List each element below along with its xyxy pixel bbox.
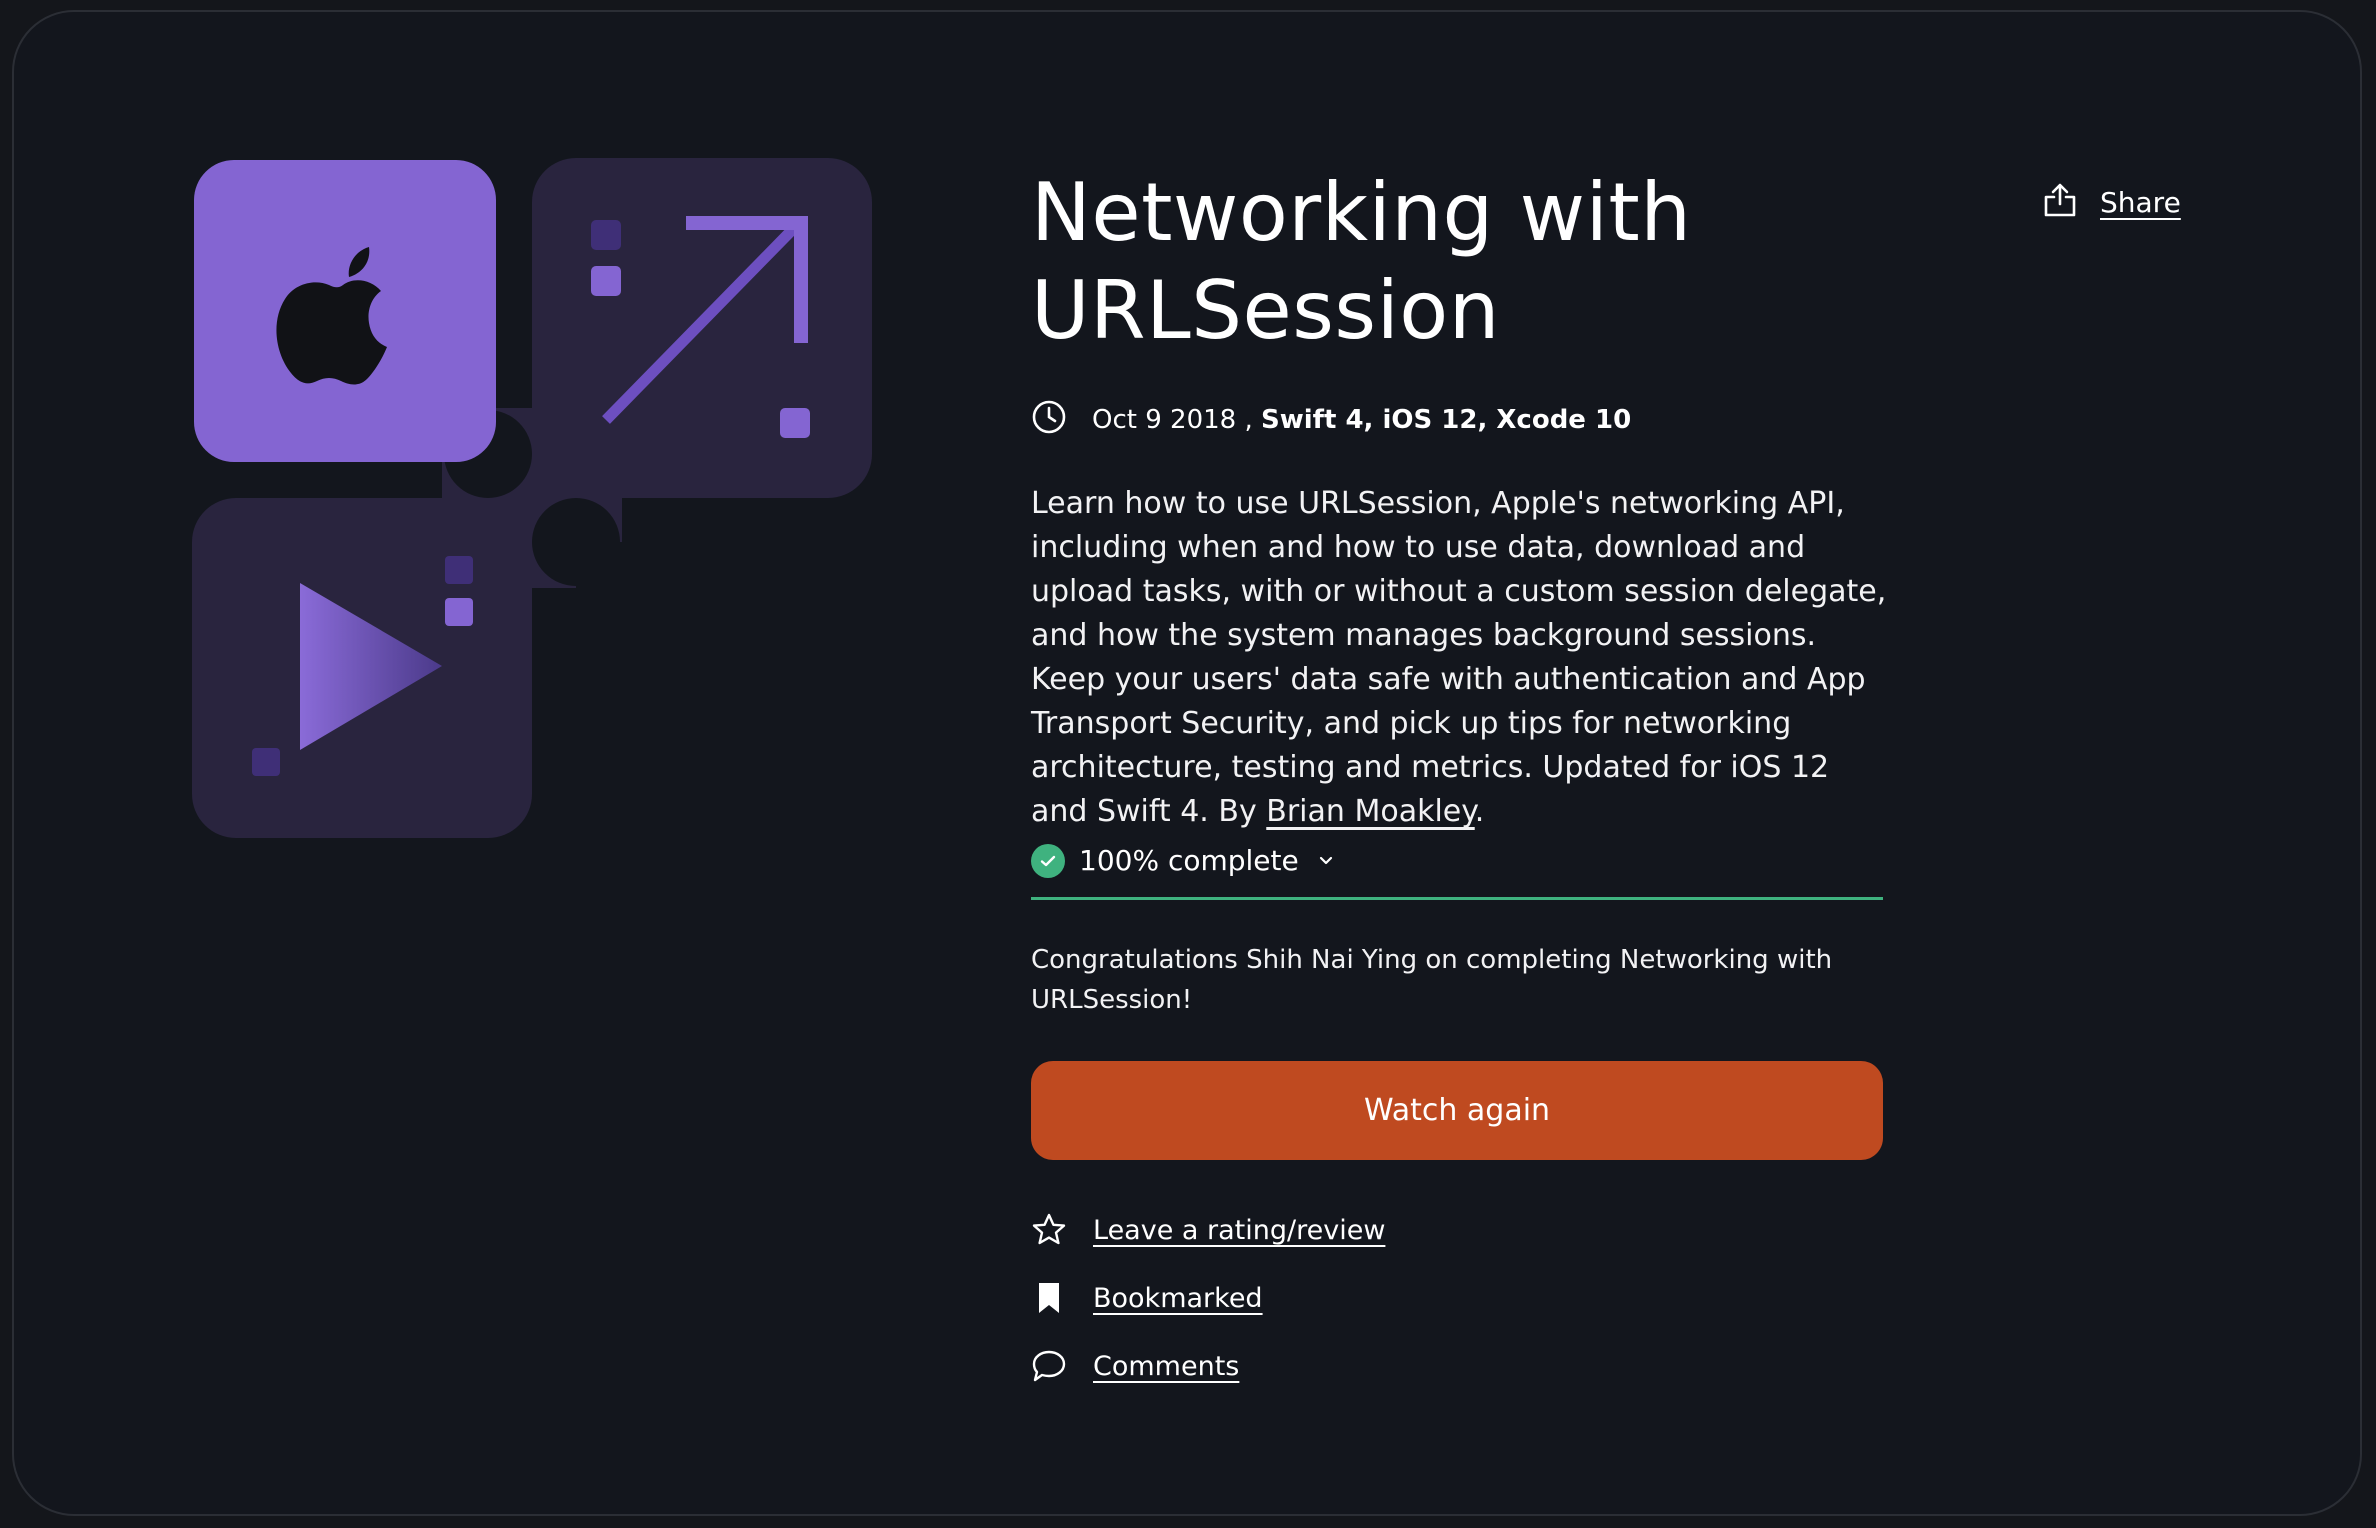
check-icon: [1031, 844, 1065, 878]
description-text: Learn how to use URLSession, Apple's net…: [1031, 486, 1887, 829]
comments-label: Comments: [1093, 1350, 1240, 1382]
course-meta: Oct 9 2018 , Swift 4, iOS 12, Xcode 10: [1031, 400, 1631, 440]
course-card: Networking with URLSession Share Oct 9 20…: [12, 10, 2362, 1516]
rating-review-label: Leave a rating/review: [1093, 1214, 1386, 1246]
progress-dropdown[interactable]: 100% complete: [1031, 844, 1883, 900]
completion-message: Congratulations Shih Nai Ying on complet…: [1031, 945, 1833, 1015]
bookmark-link[interactable]: Bookmarked: [1031, 1276, 1385, 1320]
tech-stack: Swift 4, iOS 12, Xcode 10: [1261, 405, 1632, 435]
course-title-line1: Networking with: [1031, 166, 1692, 259]
share-button[interactable]: Share: [2042, 180, 2181, 224]
bookmark-label: Bookmarked: [1093, 1282, 1263, 1314]
star-icon: [1031, 1212, 1067, 1248]
share-icon: [2042, 182, 2078, 222]
author-link[interactable]: Brian Moakley: [1266, 794, 1474, 829]
course-description: Learn how to use URLSession, Apple's net…: [1031, 482, 1891, 834]
course-title-line2: URLSession: [1031, 264, 1500, 357]
comments-link[interactable]: Comments: [1031, 1344, 1385, 1388]
share-label: Share: [2100, 185, 2181, 219]
progress-label: 100% complete: [1079, 844, 1299, 877]
course-artwork: [192, 158, 872, 838]
comment-icon: [1031, 1348, 1067, 1384]
rating-review-link[interactable]: Leave a rating/review: [1031, 1208, 1385, 1252]
clock-icon: [1031, 399, 1067, 442]
chevron-down-icon: [1317, 846, 1335, 880]
course-title: Networking with URLSession: [1031, 164, 1951, 360]
course-actions: Leave a rating/review Bookmarked Comment…: [1031, 1208, 1385, 1412]
description-suffix: .: [1474, 794, 1485, 829]
watch-again-button[interactable]: Watch again: [1031, 1061, 1883, 1160]
release-date: Oct 9 2018 ,: [1092, 405, 1253, 435]
bookmark-icon: [1031, 1280, 1067, 1316]
